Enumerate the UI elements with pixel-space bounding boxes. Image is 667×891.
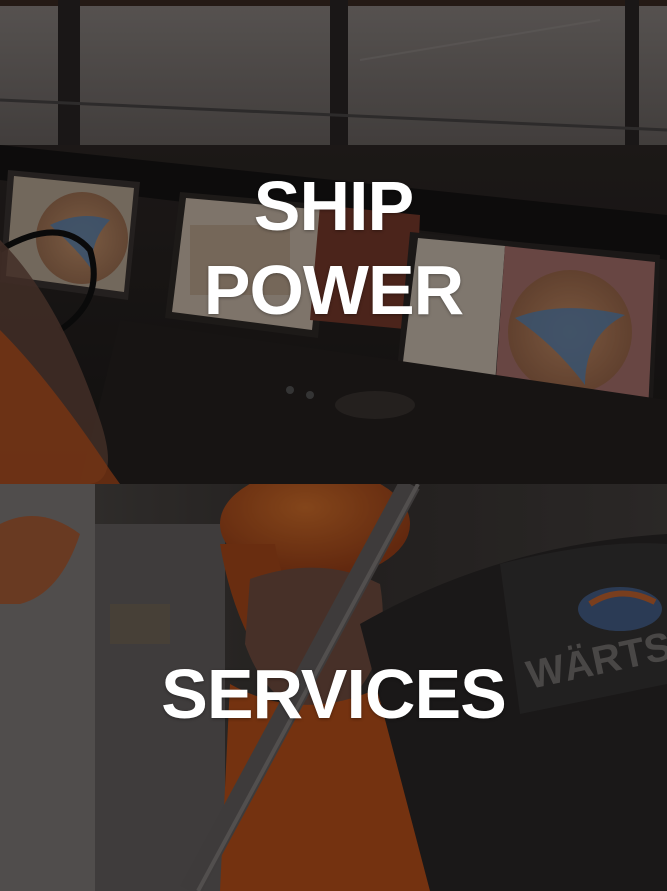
tile-title-ship-power: SHIP POWER (0, 164, 667, 332)
title-line-power: POWER (203, 251, 464, 329)
service-tile[interactable]: WÄRTS SHIP POWER SERVICES (0, 0, 667, 891)
title-line-ship: SHIP (253, 167, 414, 245)
tile-title-services: SERVICES (161, 655, 507, 733)
